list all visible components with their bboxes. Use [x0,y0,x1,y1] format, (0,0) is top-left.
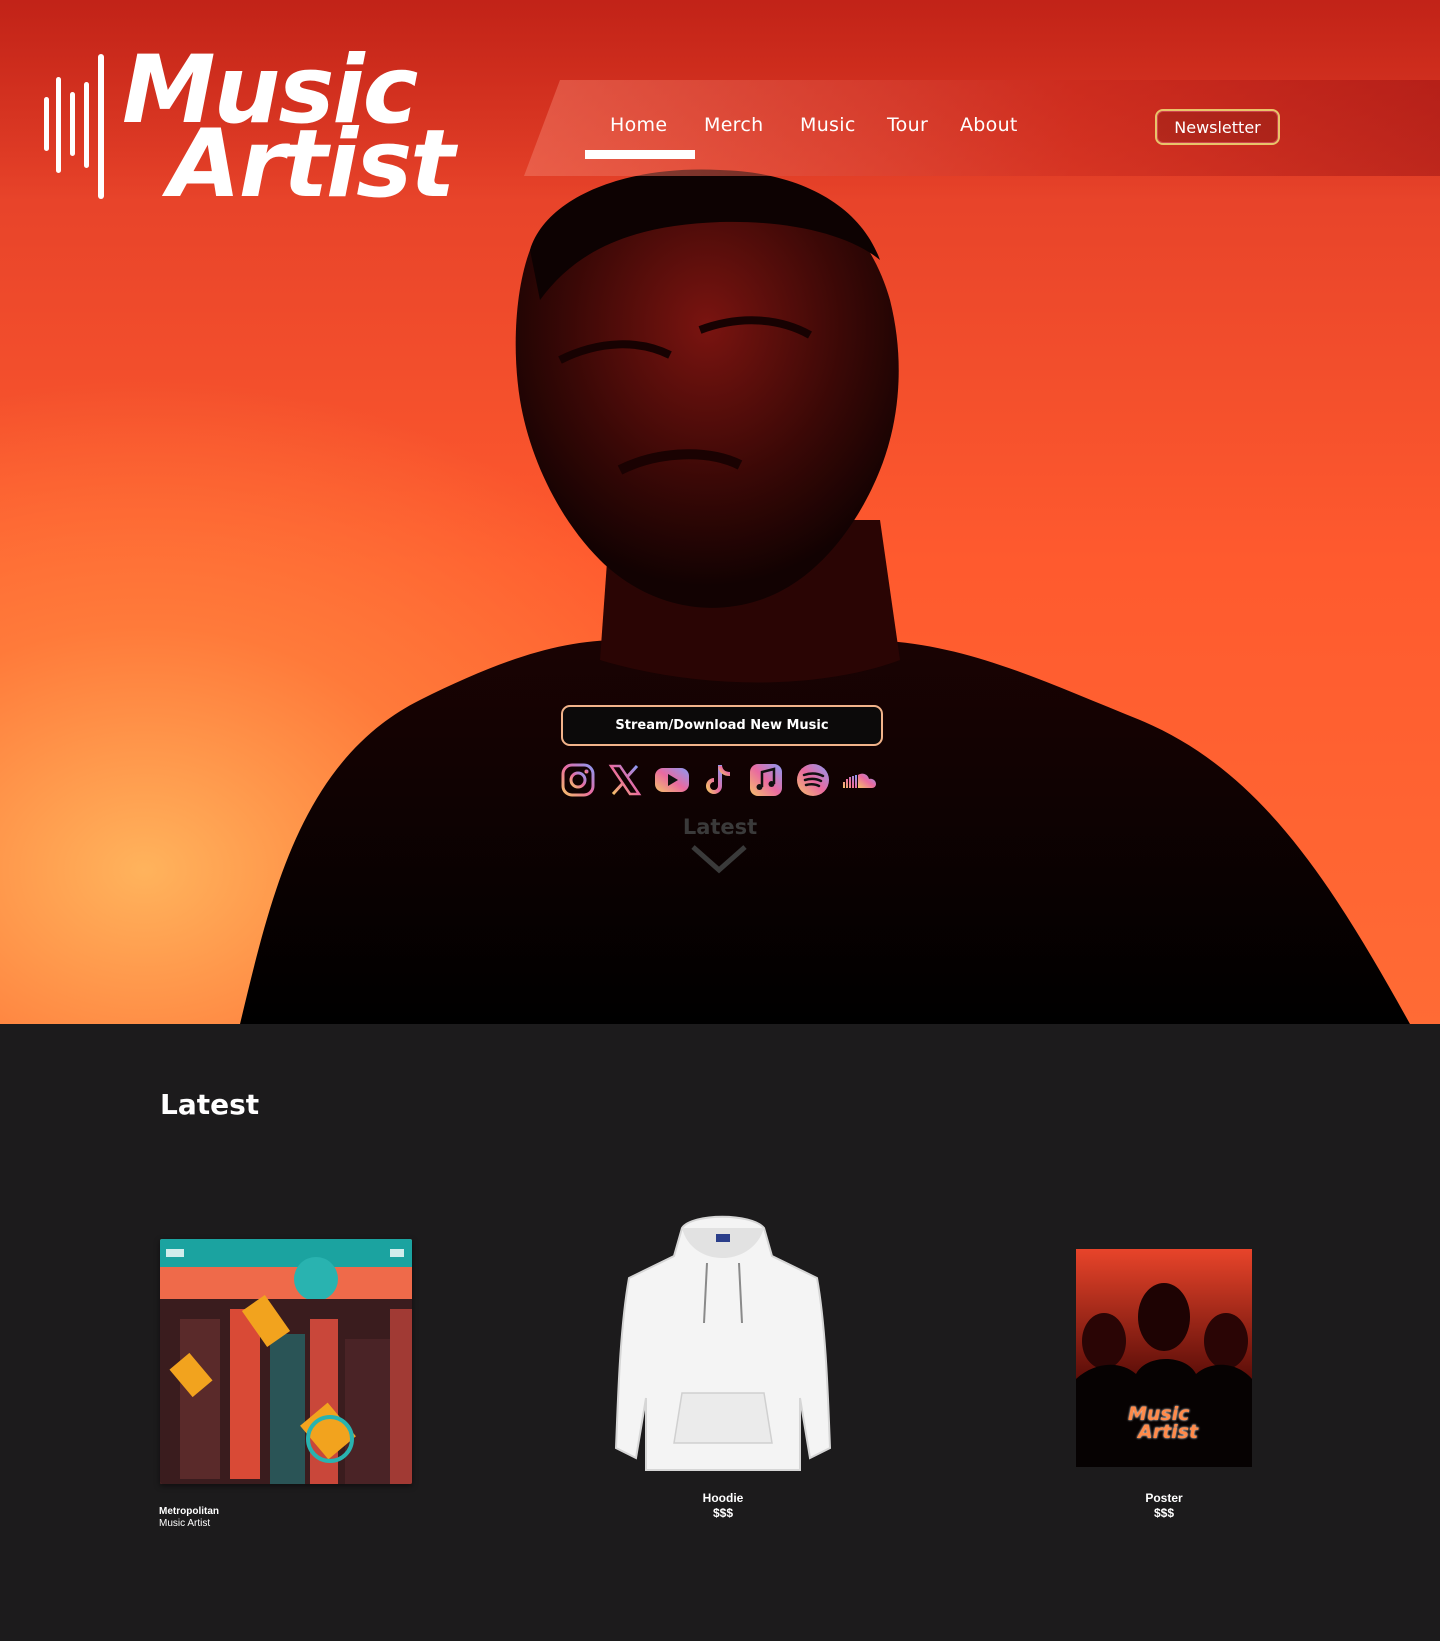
poster-price: $$$ [1153,1506,1175,1520]
poster-logo: Music Artist [1128,1405,1199,1443]
hero-section: Music Artist Home Merch Music Tour About… [0,0,1440,1024]
poster-name[interactable]: Poster [1104,1491,1224,1505]
hoodie-price: $$$ [712,1506,734,1520]
chevron-down-icon[interactable] [690,844,748,874]
soundcloud-icon[interactable] [841,761,879,799]
scroll-hint-label[interactable]: Latest [680,815,760,839]
x-icon[interactable] [606,761,644,799]
active-nav-indicator [585,150,695,159]
album-artist: Music Artist [159,1518,211,1529]
instagram-icon[interactable] [559,761,597,799]
spotify-icon[interactable] [794,761,832,799]
hoodie-name[interactable]: Hoodie [663,1491,783,1505]
site-logo[interactable]: Music Artist [40,44,480,212]
newsletter-button[interactable]: Newsletter [1155,109,1280,145]
album-cover-metropolitan[interactable] [160,1239,412,1484]
soundwave-icon [44,54,104,199]
section-title-latest: Latest [160,1088,260,1121]
hoodie-product-image[interactable] [612,1208,834,1474]
nav-tour[interactable]: Tour [887,114,928,136]
nav-music[interactable]: Music [800,114,856,136]
tiktok-icon[interactable] [700,761,738,799]
nav-about[interactable]: About [960,114,1018,136]
nav-merch[interactable]: Merch [704,114,763,136]
poster-product-image[interactable]: Music Artist [1076,1249,1252,1467]
poster-logo-line2: Artist [1138,1421,1199,1443]
youtube-icon[interactable] [653,761,691,799]
album-title[interactable]: Metropolitan [159,1506,219,1517]
nav-home[interactable]: Home [610,114,667,136]
stream-download-button[interactable]: Stream/Download New Music [561,705,883,746]
apple-music-icon[interactable] [747,761,785,799]
logo-word-artist: Artist [168,110,455,219]
